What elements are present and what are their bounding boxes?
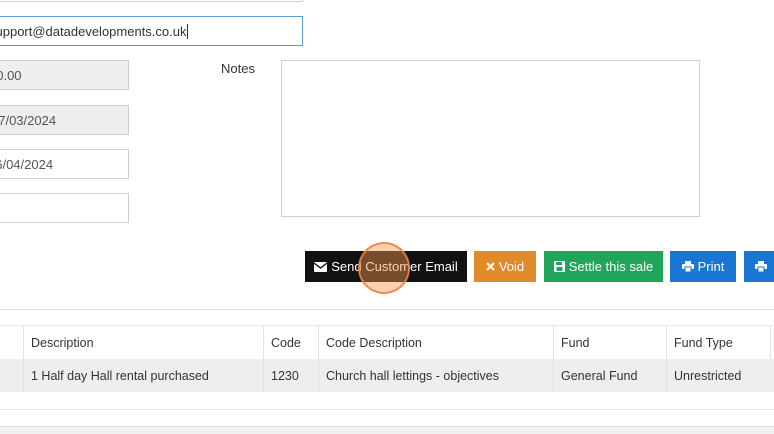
notes-textarea[interactable] <box>281 60 700 217</box>
printer-icon <box>755 261 767 272</box>
printer-icon <box>681 261 694 272</box>
date-field-2-value: 26/04/2024 <box>0 156 54 172</box>
cell-code: 1230 <box>271 368 299 383</box>
cell-fund-type: Unrestricted <box>674 368 742 383</box>
cell-fund: General Fund <box>561 368 638 383</box>
column-header-fund[interactable]: Fund <box>553 326 666 360</box>
print-alt-button[interactable] <box>744 251 774 282</box>
date-field-2[interactable]: 26/04/2024 <box>0 149 129 179</box>
empty-field[interactable] <box>0 193 129 223</box>
print-label: Print <box>697 259 725 274</box>
send-customer-email-label: Send Customer Email <box>331 259 458 274</box>
settle-sale-label: Settle this sale <box>568 259 654 274</box>
amount-field-value: £0.00 <box>0 67 22 83</box>
amount-field: £0.00 <box>0 60 129 90</box>
column-header-code-description[interactable]: Code Description <box>318 326 553 360</box>
section-divider <box>0 309 774 310</box>
settle-sale-button[interactable]: Settle this sale <box>544 251 663 282</box>
email-field-value: support@datadevelopments.co.uk <box>0 23 187 39</box>
column-divider <box>770 326 771 360</box>
column-header-description[interactable]: Description <box>23 326 263 360</box>
column-header-fund-type[interactable]: Fund Type <box>666 326 774 360</box>
cell-code-description: Church hall lettings - objectives <box>326 368 499 383</box>
envelope-icon <box>314 261 328 272</box>
close-icon <box>486 262 495 271</box>
table-header: Description Code Code Description Fund F… <box>0 325 774 361</box>
previous-field[interactable] <box>0 0 303 2</box>
send-customer-email-button[interactable]: Send Customer Email <box>305 251 467 282</box>
void-button[interactable]: Void <box>474 251 536 282</box>
notes-label: Notes <box>221 61 255 76</box>
email-field[interactable]: support@datadevelopments.co.uk <box>0 16 303 46</box>
table-footer-row <box>0 392 774 410</box>
void-label: Void <box>498 259 525 274</box>
date-field-1-value: 07/03/2024 <box>0 112 57 128</box>
print-button[interactable]: Print <box>670 251 736 282</box>
date-field-1: 07/03/2024 <box>0 105 129 135</box>
column-header-code[interactable]: Code <box>263 326 318 360</box>
save-icon <box>553 261 565 272</box>
cell-description: 1 Half day Hall rental purchased <box>31 368 209 383</box>
bottom-panel-edge <box>0 426 774 434</box>
table-row[interactable]: 1 Half day Hall rental purchased 1230 Ch… <box>0 359 774 393</box>
text-cursor <box>187 23 189 39</box>
